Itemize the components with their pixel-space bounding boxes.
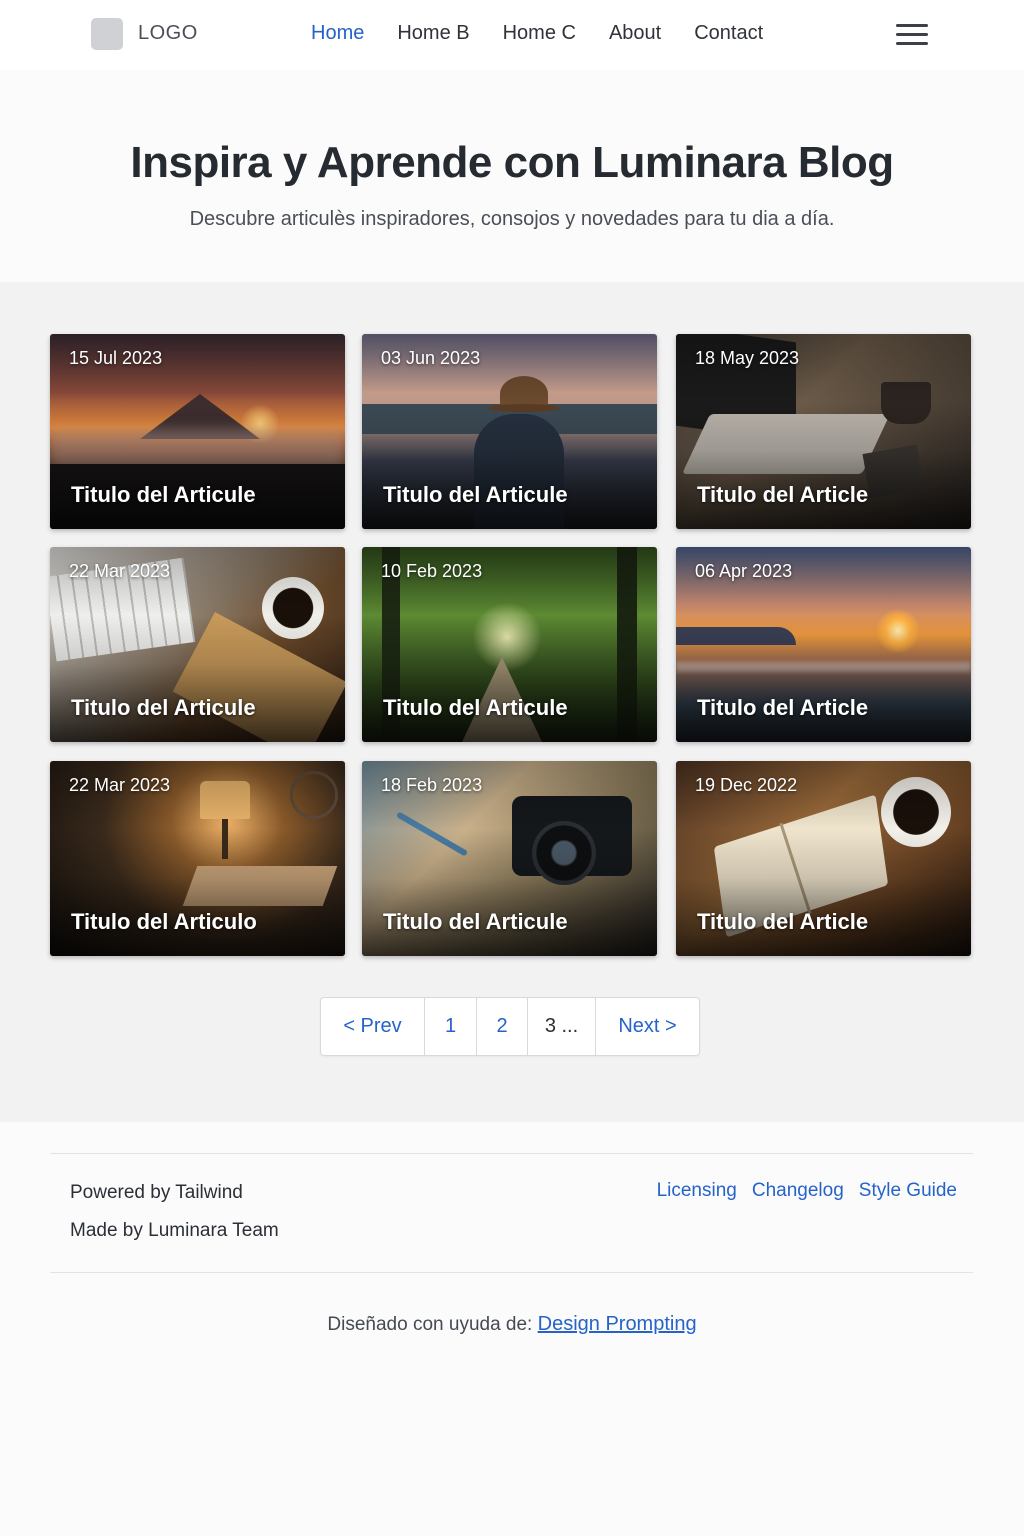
nav-link-home[interactable]: Home	[311, 22, 364, 45]
prev-page-button[interactable]: < Prev	[321, 998, 425, 1055]
changelog-link[interactable]: Changelog	[752, 1180, 844, 1202]
card-title: Titulo del Articule	[383, 482, 568, 507]
card-title: Titulo del Article	[697, 482, 869, 507]
article-card[interactable]: 15 Jul 2023 Titulo del Articule	[50, 334, 345, 529]
article-card[interactable]: 18 Feb 2023 Titulo del Articule	[362, 761, 657, 956]
top-navbar: LOGO Home Home B Home C About Contact	[0, 0, 1024, 70]
nav-link-home-b[interactable]: Home B	[397, 22, 469, 45]
nav-link-home-c[interactable]: Home C	[503, 22, 576, 45]
hamburger-menu-icon[interactable]	[896, 24, 928, 46]
logo-text[interactable]: LOGO	[138, 22, 198, 45]
page-1-button[interactable]: 1	[425, 998, 477, 1055]
logo-icon[interactable]	[91, 18, 123, 50]
page-title: Inspira y Aprende con Luminara Blog	[130, 138, 894, 187]
page-2-button[interactable]: 2	[477, 998, 528, 1055]
page-subtitle: Descubre articulès inspiradores, consojo…	[189, 208, 835, 230]
card-date: 03 Jun 2023	[381, 348, 481, 368]
made-by-text: Made by Luminara Team	[70, 1220, 279, 1241]
article-card[interactable]: 19 Dec 2022 Titulo del Article	[676, 761, 971, 956]
article-card[interactable]: 18 May 2023 Titulo del Article	[676, 334, 971, 529]
credit-prefix: Diseñado con uyuda de:	[327, 1314, 533, 1335]
card-date: 22 Mar 2023	[69, 775, 171, 795]
powered-by-text: Powered by Tailwind	[70, 1182, 243, 1203]
licensing-link[interactable]: Licensing	[657, 1180, 737, 1202]
card-title: Titulo del Article	[697, 695, 869, 720]
design-credit: Diseñado con uyuda de: Design Prompting	[0, 1313, 1024, 1336]
card-title: Titulo del Articulo	[71, 909, 257, 934]
footer-divider	[50, 1153, 973, 1154]
card-date: 22 Mar 2023	[69, 561, 171, 581]
card-date: 18 May 2023	[695, 348, 800, 368]
card-date: 18 Feb 2023	[381, 775, 483, 795]
next-page-button[interactable]: Next >	[596, 998, 699, 1055]
card-title: Titulo del Articule	[383, 695, 568, 720]
nav-link-about[interactable]: About	[609, 22, 661, 45]
nav-links: Home Home B Home C About Contact	[311, 22, 796, 45]
article-card[interactable]: 22 Mar 2023 Titulo del Articule	[50, 547, 345, 742]
pagination: < Prev 1 2 3 ... Next >	[320, 997, 700, 1056]
article-card[interactable]: 10 Feb 2023 Titulo del Articule	[362, 547, 657, 742]
nav-link-contact[interactable]: Contact	[694, 22, 763, 45]
style-guide-link[interactable]: Style Guide	[859, 1180, 957, 1202]
article-card[interactable]: 06 Apr 2023 Titulo del Article	[676, 547, 971, 742]
card-title: Titulo del Articule	[383, 909, 568, 934]
card-title: Titulo del Articule	[71, 695, 256, 720]
footer-divider	[50, 1272, 973, 1273]
footer-links: Licensing Changelog Style Guide	[657, 1180, 957, 1202]
card-date: 10 Feb 2023	[381, 561, 483, 581]
card-date: 19 Dec 2022	[695, 775, 798, 795]
card-title: Titulo del Article	[697, 909, 869, 934]
page-3-button[interactable]: 3 ...	[528, 998, 596, 1055]
design-prompting-link[interactable]: Design Prompting	[538, 1313, 697, 1335]
article-card[interactable]: 22 Mar 2023 Titulo del Articulo	[50, 761, 345, 956]
card-title: Titulo del Articule	[71, 482, 256, 507]
card-date: 06 Apr 2023	[695, 561, 793, 581]
article-card[interactable]: 03 Jun 2023 Titulo del Articule	[362, 334, 657, 529]
hero-section: Inspira y Aprende con Luminara Blog Desc…	[0, 70, 1024, 282]
card-date: 15 Jul 2023	[69, 348, 163, 368]
